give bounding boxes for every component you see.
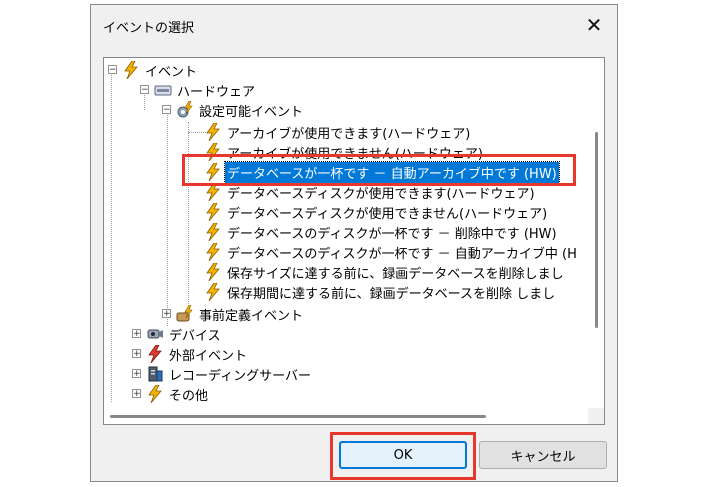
- lightning-icon: [204, 143, 222, 161]
- tree-label: アーカイブが使用できません(ハードウェア): [227, 146, 483, 162]
- expand-toggle[interactable]: +: [162, 309, 171, 319]
- tree-node-configurable[interactable]: − 設定可能イベント: [162, 100, 305, 120]
- hardware-icon: [154, 81, 172, 99]
- expand-toggle[interactable]: +: [132, 389, 141, 399]
- collapse-toggle[interactable]: −: [162, 105, 171, 115]
- lightning-icon: [122, 61, 140, 79]
- lightning-icon: [204, 203, 222, 221]
- lightning-icon: [204, 263, 222, 281]
- tree-event-item[interactable]: データベースディスクが使用できます(ハードウェア): [204, 182, 537, 202]
- tree-node-predefined[interactable]: + 事前定義イベント: [162, 304, 305, 324]
- tree-event-item[interactable]: 保存サイズに達する前に、録画データベースを削除しまし: [204, 262, 566, 282]
- collapse-toggle[interactable]: −: [108, 65, 117, 75]
- vertical-scroll-thumb[interactable]: [595, 132, 598, 328]
- tree-label: 設定可能イベント: [199, 104, 304, 120]
- cancel-button[interactable]: キャンセル: [479, 441, 607, 469]
- tree-line: [188, 122, 189, 304]
- tree-node-hardware[interactable]: − ハードウェア: [140, 80, 257, 100]
- vertical-scrollbar[interactable]: [588, 58, 604, 408]
- tree-label: アーカイブが使用できます(ハードウェア): [227, 126, 471, 142]
- expand-toggle[interactable]: +: [132, 369, 141, 379]
- tree-event-item-selected[interactable]: データベースが一杯です － 自動アーカイブ中です (HW): [204, 160, 560, 184]
- tree-node-devices[interactable]: + デバイス: [132, 324, 223, 344]
- tree-node-root[interactable]: − イベント: [108, 60, 199, 80]
- tree-label: その他: [169, 388, 209, 404]
- tree-label: デバイス: [169, 328, 221, 344]
- lightning-icon: [204, 243, 222, 261]
- lightning-icon: [204, 283, 222, 301]
- horizontal-scrollbar[interactable]: [104, 408, 589, 424]
- tree-label: イベント: [145, 64, 198, 80]
- tree-event-item[interactable]: アーカイブが使用できます(ハードウェア): [204, 122, 472, 142]
- tree-event-item[interactable]: データベースディスクが使用できません(ハードウェア): [204, 202, 549, 222]
- dialog-title: イベントの選択: [103, 21, 195, 36]
- lightning-icon: [204, 183, 222, 201]
- lightning-icon: [204, 223, 222, 241]
- tree-label: 事前定義イベント: [199, 308, 304, 324]
- lightning-icon: [204, 163, 222, 181]
- external-event-icon: [146, 345, 164, 363]
- camera-icon: [146, 325, 164, 343]
- tree-label: 保存期間に達する前に、録画データベースを削除 しまし: [227, 286, 556, 302]
- event-tree-box: − イベント − ハードウェア − 設定可能イベント アーカイブが使用できます(…: [103, 57, 605, 425]
- ok-button[interactable]: OK: [339, 441, 467, 469]
- event-tree[interactable]: − イベント − ハードウェア − 設定可能イベント アーカイブが使用できます(…: [104, 58, 589, 408]
- predefined-event-icon: [176, 305, 194, 323]
- tree-label: 外部イベント: [169, 348, 248, 364]
- expand-toggle[interactable]: +: [132, 349, 141, 359]
- settings-event-icon: [176, 101, 194, 119]
- tree-node-recording-server[interactable]: + レコーディングサーバー: [132, 364, 313, 384]
- tree-event-item[interactable]: アーカイブが使用できません(ハードウェア): [204, 142, 485, 162]
- tree-line: [111, 70, 112, 402]
- tree-event-item[interactable]: 保存期間に達する前に、録画データベースを削除 しまし: [204, 282, 557, 302]
- tree-event-item[interactable]: データベースのディスクが一杯です － 自動アーカイブ中 (H: [204, 242, 579, 262]
- lightning-icon: [204, 123, 222, 141]
- tree-label: データベースディスクが使用できません(ハードウェア): [227, 206, 548, 222]
- close-icon: ✕: [585, 13, 603, 37]
- tree-label: データベースディスクが使用できます(ハードウェア): [227, 186, 535, 202]
- horizontal-scroll-thumb[interactable]: [110, 415, 486, 418]
- expand-toggle[interactable]: +: [132, 329, 141, 339]
- tree-label: レコーディングサーバー: [169, 368, 311, 384]
- tree-label: ハードウェア: [177, 84, 256, 100]
- close-button[interactable]: ✕: [571, 5, 617, 45]
- title-bar: イベントの選択 ✕: [91, 5, 617, 45]
- tree-line: [167, 110, 168, 326]
- tree-event-item[interactable]: データベースのディスクが一杯です － 削除中です (HW): [204, 222, 559, 242]
- server-icon: [146, 365, 164, 383]
- event-select-dialog: イベントの選択 ✕ − イベント − ハードウェア − 設定可能イベント アーカ…: [90, 4, 618, 482]
- tree-label: データベースのディスクが一杯です － 自動アーカイブ中 (H: [227, 246, 577, 262]
- lightning-icon: [146, 385, 164, 403]
- tree-label: 保存サイズに達する前に、録画データベースを削除しまし: [227, 266, 564, 282]
- collapse-toggle[interactable]: −: [140, 85, 149, 95]
- scrollbar-corner: [588, 408, 604, 424]
- tree-node-external[interactable]: + 外部イベント: [132, 344, 249, 364]
- tree-label: データベースが一杯です － 自動アーカイブ中です (HW): [224, 160, 560, 184]
- tree-node-other[interactable]: + その他: [132, 384, 210, 404]
- tree-label: データベースのディスクが一杯です － 削除中です (HW): [227, 226, 557, 242]
